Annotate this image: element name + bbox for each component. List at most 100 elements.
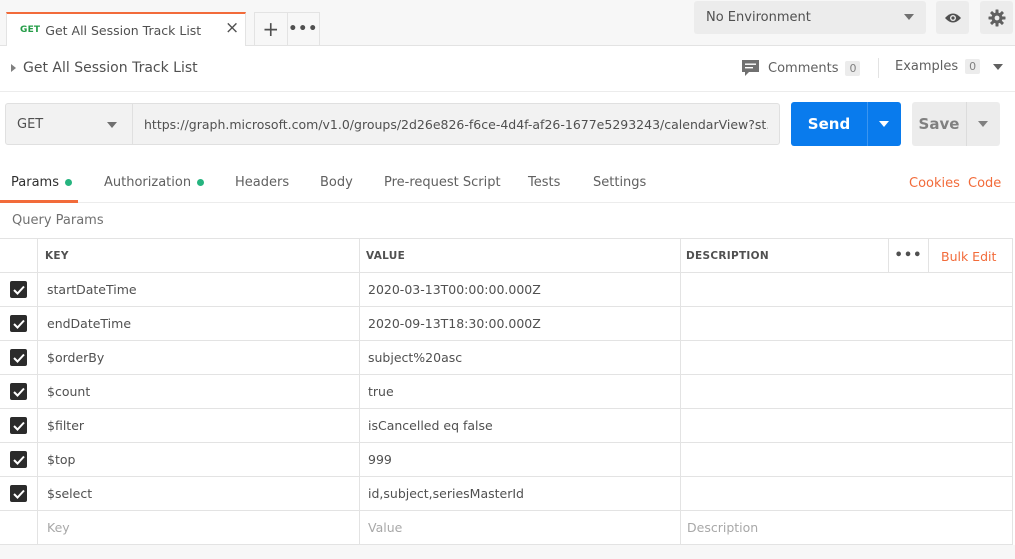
save-label: Save — [918, 115, 960, 133]
table-row: $filter isCancelled eq false — [0, 409, 1013, 443]
environment-quick-look-button[interactable] — [936, 1, 969, 34]
tab-pre-request-script[interactable]: Pre-request Script — [384, 175, 501, 190]
param-key[interactable]: startDateTime — [38, 273, 360, 306]
param-description[interactable] — [681, 273, 1013, 306]
param-value[interactable]: 2020-09-13T18:30:00.000Z — [360, 307, 681, 340]
tab-label: Tests — [528, 175, 561, 190]
tab-tests[interactable]: Tests — [528, 175, 560, 190]
param-key[interactable]: $filter — [38, 409, 360, 442]
param-key[interactable]: $orderBy — [38, 341, 360, 374]
table-row: $orderBy subject%20asc — [0, 341, 1013, 375]
cookies-link[interactable]: Cookies — [909, 176, 960, 191]
chevron-down-icon[interactable] — [879, 121, 889, 127]
check-icon — [12, 285, 25, 295]
new-param-row: Key Value Description — [0, 511, 1013, 545]
new-description-input[interactable]: Description — [681, 511, 1013, 544]
chevron-down-icon[interactable] — [978, 121, 988, 127]
check-icon — [12, 455, 25, 465]
checkbox-checked-icon[interactable] — [10, 485, 27, 502]
url-input[interactable] — [132, 103, 780, 145]
tab-strip: GET Get All Session Track List × + ••• N… — [0, 0, 1015, 46]
check-icon — [12, 387, 25, 397]
param-value[interactable]: 2020-03-13T00:00:00.000Z — [360, 273, 681, 306]
checkbox-checked-icon[interactable] — [10, 417, 27, 434]
checkbox-cell — [0, 307, 38, 340]
tab-params[interactable]: Params — [11, 175, 72, 190]
param-key[interactable]: endDateTime — [38, 307, 360, 340]
table-row: endDateTime 2020-09-13T18:30:00.000Z — [0, 307, 1013, 341]
comments-button[interactable]: Comments 0 — [741, 59, 861, 77]
tab-settings[interactable]: Settings — [593, 175, 646, 190]
param-description[interactable] — [681, 409, 1013, 442]
query-params-heading: Query Params — [12, 213, 104, 228]
param-key[interactable]: $count — [38, 375, 360, 408]
tab-authorization[interactable]: Authorization — [104, 175, 205, 190]
check-icon — [12, 319, 25, 329]
table-row: $select id,subject,seriesMasterId — [0, 477, 1013, 511]
tab-method-badge: GET — [20, 25, 41, 35]
chevron-down-icon — [904, 14, 914, 20]
checkbox-checked-icon[interactable] — [10, 451, 27, 468]
checkbox-cell — [0, 443, 38, 476]
tab-label: Headers — [235, 175, 290, 190]
param-value[interactable]: true — [360, 375, 681, 408]
request-tab[interactable]: GET Get All Session Track List × — [6, 12, 246, 46]
tab-label: Authorization — [104, 175, 192, 190]
http-method-label: GET — [17, 116, 44, 132]
checkbox-checked-icon[interactable] — [10, 383, 27, 400]
checkbox-cell — [0, 375, 38, 408]
settings-button[interactable] — [980, 1, 1013, 34]
comments-count: 0 — [845, 60, 861, 76]
header-checkbox-cell — [0, 239, 38, 272]
param-key[interactable]: $select — [38, 477, 360, 510]
send-label: Send — [807, 115, 851, 133]
save-button[interactable]: Save — [912, 102, 1000, 146]
eye-icon — [944, 13, 961, 22]
status-dot — [197, 179, 205, 186]
param-value[interactable]: isCancelled eq false — [360, 409, 681, 442]
checkbox-cell — [0, 409, 38, 442]
empty-checkbox-cell — [0, 511, 38, 544]
param-description[interactable] — [681, 307, 1013, 340]
chevron-down-icon — [107, 122, 117, 128]
chevron-down-icon — [993, 63, 1004, 70]
param-description[interactable] — [681, 477, 1013, 510]
new-key-input[interactable]: Key — [38, 511, 360, 544]
request-sections-tabs: Params Authorization Headers Body Pre-re… — [0, 164, 1015, 203]
send-button[interactable]: Send — [791, 102, 901, 146]
param-key[interactable]: $top — [38, 443, 360, 476]
more-icon[interactable]: ••• — [288, 13, 320, 45]
param-description[interactable] — [681, 443, 1013, 476]
tab-label: Settings — [593, 175, 647, 190]
code-link[interactable]: Code — [968, 176, 1001, 191]
caret-right-icon[interactable] — [11, 64, 16, 72]
checkbox-checked-icon[interactable] — [10, 281, 27, 298]
checkbox-checked-icon[interactable] — [10, 349, 27, 366]
param-description[interactable] — [681, 375, 1013, 408]
gear-icon — [988, 9, 1005, 26]
query-params-table: KEY VALUE DESCRIPTION ••• Bulk Edit star… — [0, 238, 1013, 545]
bulk-edit-link[interactable]: Bulk Edit — [941, 249, 996, 264]
environment-select[interactable]: No Environment — [694, 1, 926, 34]
checkbox-checked-icon[interactable] — [10, 315, 27, 332]
active-tab-indicator — [0, 200, 78, 203]
close-icon[interactable]: × — [225, 20, 239, 37]
param-value[interactable]: 999 — [360, 443, 681, 476]
divider — [867, 102, 868, 146]
table-row: $count true — [0, 375, 1013, 409]
examples-button[interactable]: Examples 0 — [895, 59, 1004, 74]
checkbox-cell — [0, 477, 38, 510]
more-icon[interactable]: ••• — [888, 239, 929, 272]
new-value-input[interactable]: Value — [360, 511, 681, 544]
examples-count: 0 — [965, 59, 981, 74]
check-icon — [12, 421, 25, 431]
param-value[interactable]: id,subject,seriesMasterId — [360, 477, 681, 510]
tab-body[interactable]: Body — [320, 175, 353, 190]
tab-headers[interactable]: Headers — [235, 175, 289, 190]
param-value[interactable]: subject%20asc — [360, 341, 681, 374]
plus-icon[interactable]: + — [255, 13, 288, 45]
http-method-select[interactable]: GET — [5, 103, 133, 145]
param-description[interactable] — [681, 341, 1013, 374]
request-title[interactable]: Get All Session Track List — [23, 60, 198, 76]
column-header-key: KEY — [38, 239, 360, 272]
